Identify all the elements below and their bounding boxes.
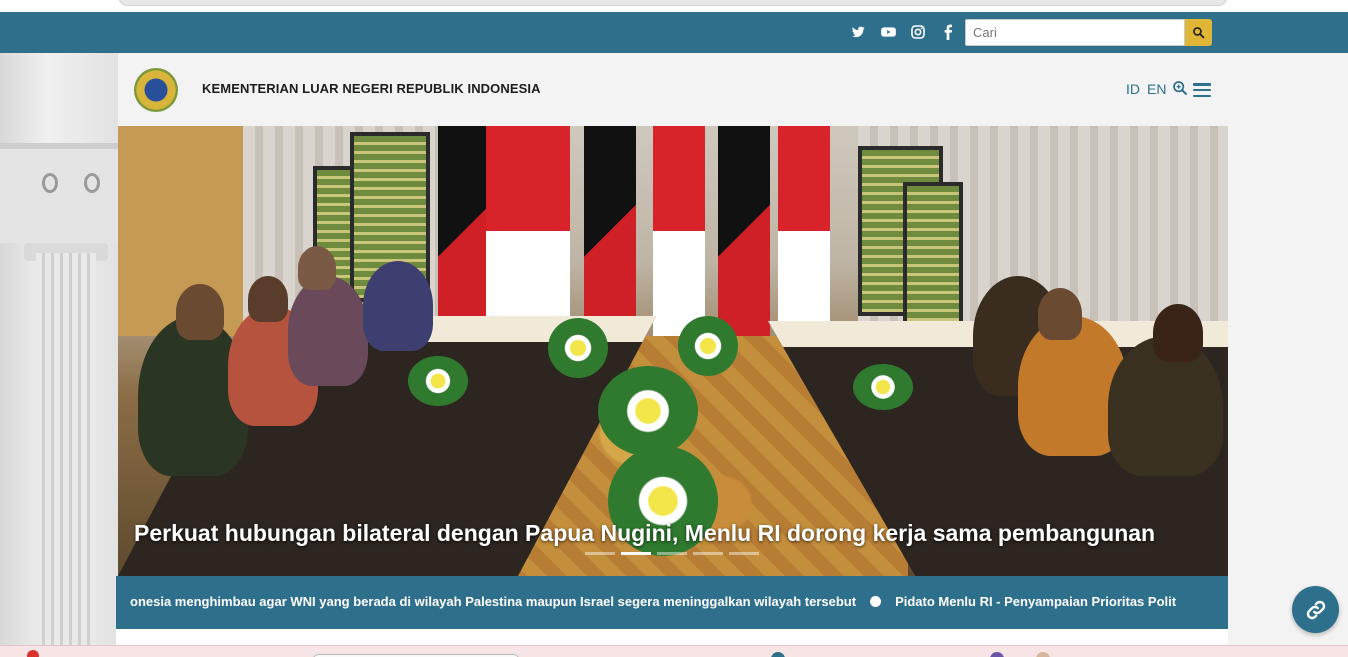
org-name[interactable]: KEMENTERIAN LUAR NEGERI REPUBLIK INDONES… <box>202 81 541 96</box>
zoom-icon <box>1173 81 1187 95</box>
browser-top-strip <box>0 0 1348 12</box>
background-right <box>1228 53 1348 645</box>
slider-dot[interactable] <box>693 552 723 555</box>
link-icon <box>1306 600 1325 619</box>
slider-dot[interactable] <box>657 552 687 555</box>
notification-badge[interactable] <box>27 650 39 657</box>
search-icon <box>1193 27 1205 39</box>
hero-slider[interactable]: Perkuat hubungan bilateral dengan Papua … <box>118 126 1228 576</box>
lang-id-link[interactable]: ID <box>1126 81 1140 97</box>
ticker-item[interactable]: Pidato Menlu RI - Penyampaian Prioritas … <box>895 594 1176 609</box>
taskbar-app-icon[interactable] <box>771 652 785 657</box>
slider-dots <box>585 552 759 555</box>
link-button[interactable] <box>1292 586 1339 633</box>
top-bar <box>0 12 1348 53</box>
flag-png <box>438 126 490 336</box>
ticker-separator <box>870 596 882 607</box>
ticker-item[interactable]: onesia menghimbau agar WNI yang berada d… <box>130 594 856 609</box>
youtube-icon[interactable] <box>880 24 896 40</box>
search-input[interactable] <box>965 19 1185 46</box>
lang-en-link[interactable]: EN <box>1147 81 1166 97</box>
hamburger-icon[interactable] <box>1193 83 1211 97</box>
search-button[interactable] <box>1185 19 1212 46</box>
site-header: KEMENTERIAN LUAR NEGERI REPUBLIK INDONES… <box>118 53 1228 126</box>
hero-caption[interactable]: Perkuat hubungan bilateral dengan Papua … <box>134 520 1155 547</box>
social-links <box>850 24 956 40</box>
slider-dot[interactable] <box>729 552 759 555</box>
ministry-logo[interactable] <box>134 68 178 112</box>
address-bar[interactable] <box>118 0 1228 6</box>
instagram-icon[interactable] <box>910 24 926 40</box>
slider-dot-active[interactable] <box>621 552 651 555</box>
news-ticker: onesia menghimbau agar WNI yang berada d… <box>116 576 1228 629</box>
background-building-left <box>0 53 118 645</box>
zoom-button[interactable] <box>1172 80 1188 96</box>
facebook-icon[interactable] <box>940 24 956 40</box>
taskbar-app-icon[interactable] <box>990 652 1004 657</box>
taskbar <box>0 645 1348 657</box>
content-area <box>116 629 1228 645</box>
slider-dot[interactable] <box>585 552 615 555</box>
twitter-icon[interactable] <box>850 24 866 40</box>
taskbar-app-icon[interactable] <box>1036 652 1050 657</box>
